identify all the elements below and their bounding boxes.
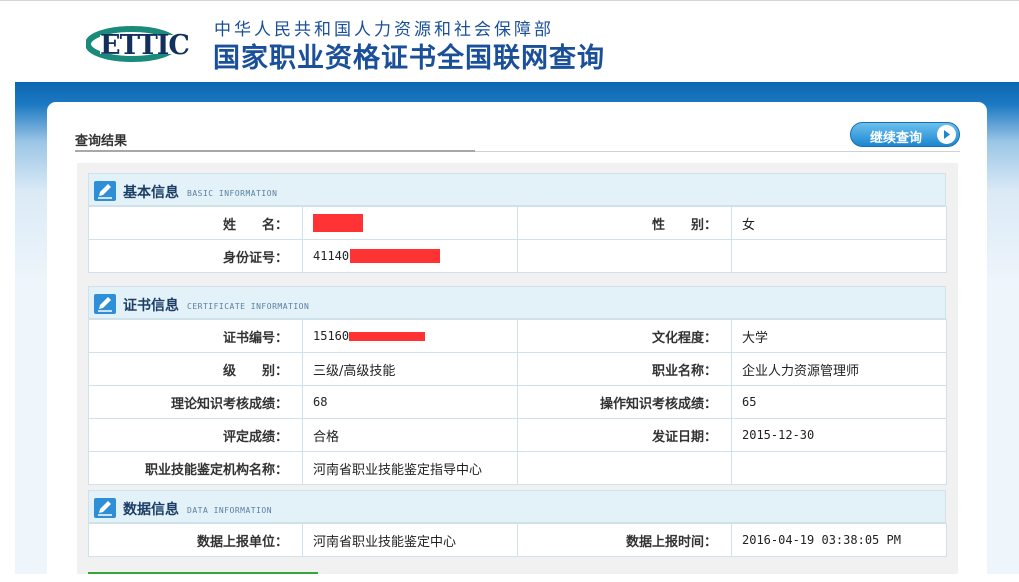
value-theory-score: 68 <box>302 385 518 419</box>
value-name <box>302 206 518 240</box>
section-title: 数据信息 <box>123 502 179 518</box>
redaction <box>313 214 363 232</box>
value-rating: 合格 <box>302 418 518 452</box>
label-education: 文化程度： <box>517 319 732 353</box>
value-issue-date: 2015-12-30 <box>731 418 947 452</box>
cert-number-prefix: 15160 <box>313 329 350 343</box>
continue-search-button[interactable]: 继续查询 <box>850 122 960 147</box>
empty-cell <box>517 239 732 273</box>
table-row: 级 别： 三级/高级技能 职业名称： 企业人力资源管理师 <box>88 352 947 386</box>
label-report-time: 数据上报时间： <box>517 523 732 557</box>
label-report-unit: 数据上报单位： <box>88 523 303 557</box>
value-gender: 女 <box>731 206 947 240</box>
redaction <box>349 332 426 341</box>
value-id-number: 41140 <box>302 239 518 273</box>
svg-text:ETTIC: ETTIC <box>100 30 189 61</box>
empty-cell <box>517 451 732 485</box>
section-title: 证书信息 <box>123 298 179 314</box>
section-subtitle: CERTIFICATE INFORMATION <box>187 302 310 311</box>
section-header-certificate: 证书信息 CERTIFICATE INFORMATION <box>88 286 946 319</box>
value-cert-number: 15160 <box>302 319 518 353</box>
label-name: 姓 名： <box>88 206 303 240</box>
divider <box>475 151 960 152</box>
label-id-number: 身份证号： <box>88 239 303 273</box>
id-number-prefix: 41140 <box>313 248 350 263</box>
value-institution: 河南省职业技能鉴定指导中心 <box>302 451 518 485</box>
value-report-time: 2016-04-19 03:38:05 PM <box>731 523 947 557</box>
basic-info-table: 姓 名： 性 别： 女 身份证号： 41140 <box>88 206 947 273</box>
label-rating: 评定成绩： <box>88 418 303 452</box>
edit-icon <box>94 181 116 201</box>
label-level: 级 别： <box>88 352 303 386</box>
empty-cell <box>731 239 947 273</box>
label-cert-number: 证书编号： <box>88 319 303 353</box>
site-header: ETTIC 中华人民共和国人力资源和社会保障部 国家职业资格证书全国联网查询 <box>0 0 1019 83</box>
table-row: 证书编号： 15160 文化程度： 大学 <box>88 319 947 353</box>
section-subtitle: DATA INFORMATION <box>187 506 273 515</box>
continue-search-label: 继续查询 <box>870 131 923 146</box>
label-institution: 职业技能鉴定机构名称： <box>88 451 303 485</box>
page-title: 查询结果 <box>75 134 128 149</box>
value-level: 三级/高级技能 <box>302 352 518 386</box>
value-report-unit: 河南省职业技能鉴定中心 <box>302 523 518 557</box>
value-education: 大学 <box>731 319 947 353</box>
title-underline <box>75 150 475 152</box>
table-row: 理论知识考核成绩： 68 操作知识考核成绩： 65 <box>88 385 947 419</box>
label-issue-date: 发证日期： <box>517 418 732 452</box>
certificate-info-table: 证书编号： 15160 文化程度： 大学 级 别： 三级/高级技能 职业名称： … <box>88 319 947 485</box>
table-row: 职业技能鉴定机构名称： 河南省职业技能鉴定指导中心 <box>88 451 947 485</box>
data-info-table: 数据上报单位： 河南省职业技能鉴定中心 数据上报时间： 2016-04-19 0… <box>88 523 947 557</box>
section-title: 基本信息 <box>123 185 179 201</box>
section-header-basic: 基本信息 BASIC INFORMATION <box>88 173 946 206</box>
table-row: 姓 名： 性 别： 女 <box>88 206 947 240</box>
label-theory-score: 理论知识考核成绩： <box>88 385 303 419</box>
value-practice-score: 65 <box>731 385 947 419</box>
value-occupation: 企业人力资源管理师 <box>731 352 947 386</box>
ettic-logo: ETTIC <box>86 26 202 62</box>
redaction <box>350 249 441 264</box>
edit-icon <box>94 498 116 518</box>
table-row: 数据上报单位： 河南省职业技能鉴定中心 数据上报时间： 2016-04-19 0… <box>88 523 947 557</box>
site-title: 国家职业资格证书全国联网查询 <box>213 43 605 74</box>
section-subtitle: BASIC INFORMATION <box>187 189 278 198</box>
arrow-right-circle-icon <box>937 125 956 144</box>
table-row: 评定成绩： 合格 发证日期： 2015-12-30 <box>88 418 947 452</box>
edit-icon <box>94 294 116 314</box>
section-header-data: 数据信息 DATA INFORMATION <box>88 490 946 523</box>
empty-cell <box>731 451 947 485</box>
label-occupation: 职业名称： <box>517 352 732 386</box>
label-gender: 性 别： <box>517 206 732 240</box>
label-practice-score: 操作知识考核成绩： <box>517 385 732 419</box>
table-row: 身份证号： 41140 <box>88 239 947 273</box>
